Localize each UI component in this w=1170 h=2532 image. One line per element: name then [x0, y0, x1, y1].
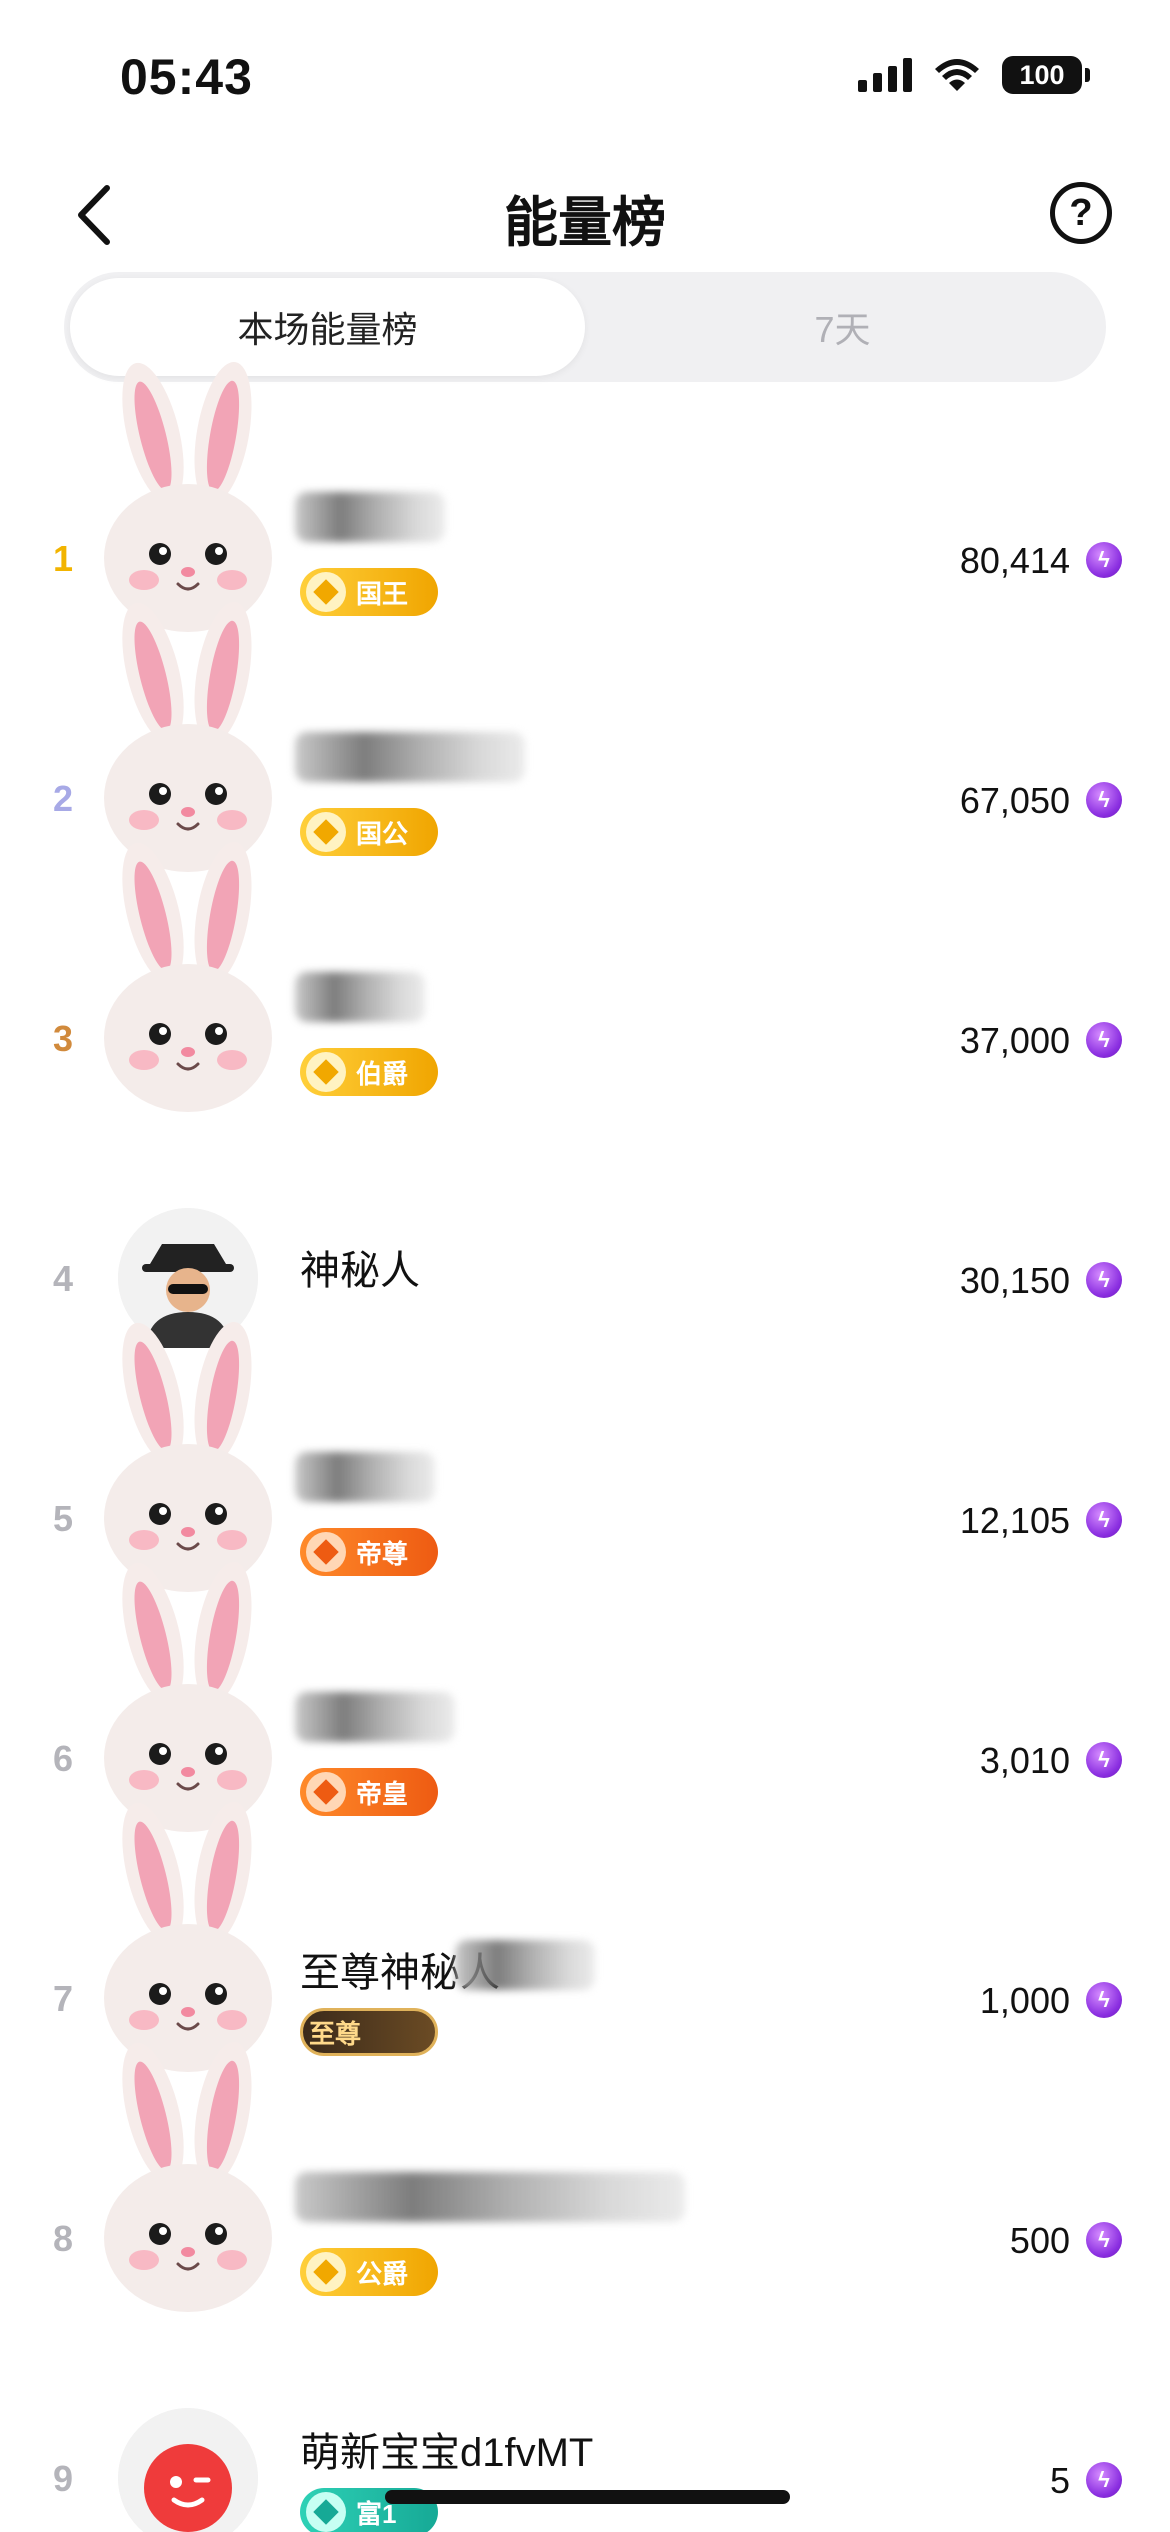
rank-number: 9: [52, 2458, 74, 2499]
redacted-name: [295, 492, 445, 542]
battery-icon: 100: [1002, 56, 1090, 94]
rank-number: 4: [52, 1258, 74, 1299]
rank-number: 3: [52, 1018, 74, 1059]
level-badge: 公爵: [300, 2248, 438, 2296]
diamond-icon: [306, 1772, 346, 1812]
level-badge: 国王: [300, 568, 438, 616]
lightning-energy-icon: ϟ: [1086, 2222, 1122, 2258]
ranking-row[interactable]: 3 伯爵 37,000 ϟ: [0, 841, 1170, 1120]
nav-bar: 能量榜 ?: [0, 160, 1170, 270]
badge-label: 国王: [356, 578, 409, 609]
avatar[interactable]: [118, 2408, 258, 2532]
rank-number: 6: [52, 1738, 74, 1779]
lightning-energy-icon: ϟ: [1086, 1022, 1122, 1058]
diamond-icon: [306, 812, 346, 852]
help-button[interactable]: ?: [1050, 182, 1112, 244]
badge-label: 至尊: [309, 2018, 362, 2049]
rank-number: 5: [52, 1498, 74, 1539]
badge-label: 国公: [356, 818, 409, 849]
red-mascot-icon: [118, 2408, 258, 2532]
lightning-energy-icon: ϟ: [1086, 782, 1122, 818]
rabbit-ears-icon: [104, 841, 272, 1112]
avatar[interactable]: [104, 841, 272, 1112]
badge-label: 公爵: [356, 2258, 409, 2289]
username: 神秘人: [300, 1249, 420, 1293]
energy-score: 67,050: [959, 780, 1070, 821]
lightning-energy-icon: ϟ: [1086, 1742, 1122, 1778]
level-badge: 帝皇: [300, 1768, 438, 1816]
energy-score: 3,010: [979, 1740, 1070, 1781]
energy-score: 500: [1009, 2220, 1070, 2261]
lightning-energy-icon: ϟ: [1086, 1262, 1122, 1298]
cellular-signal-icon: [858, 58, 912, 92]
diamond-icon: [306, 2492, 346, 2532]
avatar[interactable]: [104, 2041, 272, 2312]
redacted-name: [295, 2172, 685, 2222]
rank-number: 8: [52, 2218, 74, 2259]
badge-label: 伯爵: [356, 1058, 409, 1089]
rank-number: 1: [52, 538, 74, 579]
energy-score: 12,105: [959, 1500, 1070, 1541]
energy-score: 30,150: [959, 1260, 1070, 1301]
rank-number: 2: [52, 778, 74, 819]
status-bar: 05:43 100: [0, 0, 1170, 150]
status-time: 05:43: [120, 49, 253, 105]
redacted-name: [455, 1940, 595, 1990]
energy-score: 80,414: [959, 540, 1070, 581]
badge-label: 帝尊: [356, 1538, 409, 1569]
redacted-name: [295, 1452, 435, 1502]
diamond-icon: [306, 2252, 346, 2292]
level-badge: 至尊: [300, 2008, 438, 2056]
rank-number: 7: [52, 1978, 74, 2019]
diamond-icon: [306, 572, 346, 612]
home-indicator: [385, 2490, 790, 2504]
battery-level: 100: [1002, 56, 1082, 94]
ranking-row[interactable]: 8 公爵 500 ϟ: [0, 2041, 1170, 2320]
lightning-energy-icon: ϟ: [1086, 1502, 1122, 1538]
status-icons: 100: [858, 56, 1090, 94]
page-title: 能量榜: [504, 193, 666, 253]
redacted-name: [295, 732, 525, 782]
energy-score: 1,000: [979, 1980, 1070, 2021]
redacted-name: [295, 972, 425, 1022]
energy-score: 5: [1049, 2460, 1070, 2501]
diamond-icon: [306, 1052, 346, 1092]
diamond-icon: [306, 1532, 346, 1572]
question-circle-icon: ?: [1069, 191, 1093, 234]
energy-score: 37,000: [959, 1020, 1070, 1061]
lightning-energy-icon: ϟ: [1086, 1982, 1122, 2018]
badge-label: 帝皇: [356, 1778, 409, 1809]
level-badge: 帝尊: [300, 1528, 438, 1576]
lightning-energy-icon: ϟ: [1086, 2462, 1122, 2498]
wifi-icon: [935, 59, 979, 91]
rabbit-ears-icon: [104, 2041, 272, 2312]
lightning-energy-icon: ϟ: [1086, 542, 1122, 578]
tab-7-days[interactable]: 7天: [585, 278, 1100, 376]
level-badge: 国公: [300, 808, 438, 856]
redacted-name: [295, 1692, 455, 1742]
username: 萌新宝宝d1fvMT: [300, 2431, 594, 2475]
level-badge: 伯爵: [300, 1048, 438, 1096]
